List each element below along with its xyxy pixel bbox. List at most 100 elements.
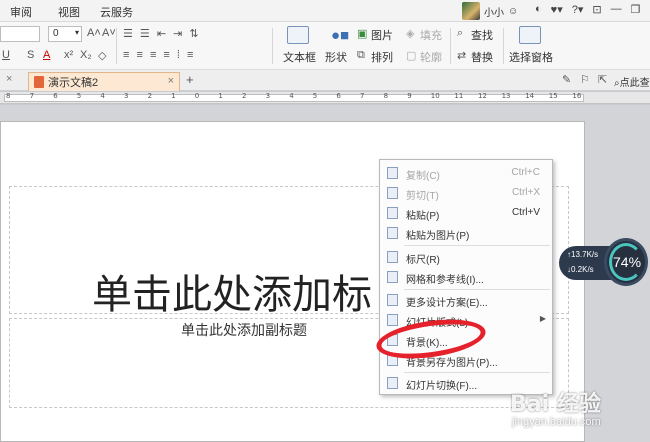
avatar[interactable] [462,2,480,20]
shape-button[interactable]: 形状 [325,49,347,65]
superscript-icon[interactable]: x² [64,49,73,61]
ruler-number: 4 [289,92,294,100]
document-tab-bar: × 演示文稿2 × + ✎ ⚐ ⇱ ⌕点此查 [0,70,650,91]
selection-pane-icon[interactable] [519,26,541,44]
collapse-icon[interactable]: ⇱ [598,73,607,86]
ruler-number: 15 [548,92,558,100]
menu-item-label: 粘贴为图片(P) [406,231,470,242]
divider [503,28,504,64]
minimize-icon[interactable]: — [611,3,622,16]
replace-icon[interactable]: ⇄ [457,49,466,62]
horizontal-ruler[interactable]: 8 7 6 5 4 3 2 1 0 1 2 3 4 5 6 7 8 9 10 11 12 13 14 15 16 [0,92,650,104]
menu-item-shortcut: Ctrl+C [511,167,540,178]
help-icon[interactable]: ?▾ [572,3,584,16]
menu-item-cut[interactable]: 剪切(T) Ctrl+X [380,183,552,203]
menu-review[interactable]: 审阅 [10,4,32,20]
ruler-number: 3 [124,92,129,100]
font-size-box[interactable]: 0 ▾ [48,26,82,42]
ruler-number: 14 [525,92,535,100]
ruler-track [4,94,584,102]
selection-pane-button[interactable]: 选择窗格 [509,49,553,65]
ruler-number: 2 [242,92,247,100]
menu-item-shortcut: Ctrl+V [511,207,540,218]
menu-item-label: 复制(C) [406,171,440,182]
menu-item-label: 剪切(T) [406,191,439,202]
picture-icon[interactable]: ▣ [357,27,367,40]
outline-icon[interactable]: ▢ [406,49,416,62]
ribbon-toolbar: 0 ▾ A˄ A˅ U S A x² X₂ ◇ ☰ ☰ ⇤ ⇥ ⇅ ≡ ≡ ≡ … [0,22,650,70]
menu-item-label: 标尺(R) [406,255,440,266]
ruler-number: 4 [100,92,105,100]
menu-item-paste-as-picture[interactable]: 粘贴为图片(P) [380,223,552,243]
paste-image-icon [387,227,398,239]
username[interactable]: 小小 [484,4,504,19]
layout-icon [387,314,398,326]
menu-view[interactable]: 视图 [58,4,80,20]
list-icons[interactable]: ☰ ☰ ⇤ ⇥ ⇅ [123,27,201,40]
find-button[interactable]: 查找 [471,27,493,43]
fullscreen-icon[interactable]: ⊡ [592,3,601,16]
paste-icon [387,207,398,219]
menu-item-grid-guides[interactable]: 网格和参考线(I)... [380,267,552,287]
ruler-number: 7 [360,92,365,100]
ruler-number: 5 [312,92,318,100]
menu-item-more-designs[interactable]: 更多设计方案(E)... [380,290,552,310]
title-placeholder[interactable]: 单击此处添加标 [92,262,372,320]
subtitle-placeholder[interactable]: 单击此处添加副标题 [181,320,307,340]
menu-cloud-service[interactable]: 云服务 [100,4,133,20]
fill-icon[interactable]: ◈ [406,27,414,40]
ruler-number: 8 [383,92,389,100]
ruler-number: 16 [572,92,582,100]
user-status-icon[interactable]: ☺ [508,6,518,17]
tab-title: 演示文稿2 [48,77,99,89]
ruler-number: 8 [6,92,11,100]
design-icon [387,294,398,306]
search-box[interactable]: ⌕点此查 [614,74,650,89]
menu-item-ruler[interactable]: 标尺(R) [380,247,552,267]
menu-separator [404,245,550,246]
divider [450,28,451,64]
memory-gauge[interactable]: 74% [604,238,648,286]
replace-button[interactable]: 替换 [471,49,493,65]
restore-icon[interactable]: ❐ [631,3,641,16]
ruler-number: 0 [194,92,200,100]
textbox-button[interactable]: 文本框 [283,49,316,65]
settings-dropdown-icon[interactable]: ♥▾ [551,3,563,16]
menu-item-paste[interactable]: 粘贴(P) Ctrl+V [380,203,552,223]
fill-button[interactable]: 填充 [420,27,442,43]
underline-icon[interactable]: U [2,49,10,61]
font-name-box[interactable] [0,26,40,42]
ruler-number: 6 [53,92,58,100]
ruler-icon [387,251,398,263]
menu-item-label: 更多设计方案(E)... [406,298,488,309]
arrange-icon[interactable]: ⧉ [357,49,365,62]
clear-format-icon[interactable]: ◇ [98,49,106,62]
subscript-icon[interactable]: X₂ [80,49,92,61]
user-area[interactable]: 小小 ☺ [462,2,518,20]
outline-button[interactable]: 轮廓 [420,49,442,65]
ruler-number: 9 [407,92,412,100]
shape-icon[interactable]: ●■ [331,27,349,44]
close-icon[interactable]: × [6,73,12,85]
shadow-icon[interactable]: S [27,49,34,61]
chevron-down-icon[interactable]: ▾ [75,28,79,37]
arrange-button[interactable]: 排列 [371,49,393,65]
lock-icon[interactable]: ⚐ [580,73,590,86]
skin-icon[interactable]: ◐ [535,3,542,16]
search-icon[interactable]: ⌕ [457,27,463,40]
tab-close-icon[interactable]: × [168,75,174,87]
add-tab-icon[interactable]: + [186,72,194,87]
shrink-font-icon[interactable]: A˅ [102,27,116,39]
grow-font-icon[interactable]: A˄ [87,27,101,39]
align-icons[interactable]: ≡ ≡ ≡ ≡ ⁞ ≡ [123,49,195,61]
pin-icon[interactable]: ✎ [562,73,571,86]
ruler-number: 10 [430,92,440,100]
picture-button[interactable]: 图片 [371,27,393,43]
menu-bar: 审阅 视图 云服务 小小 ☺ ◐ ♥▾ ?▾ ⊡ — ❐ [0,0,650,22]
menu-item-copy[interactable]: 复制(C) Ctrl+C [380,163,552,183]
font-color-icon[interactable]: A [43,49,50,61]
context-menu: 复制(C) Ctrl+C 剪切(T) Ctrl+X 粘贴(P) Ctrl+V 粘… [379,159,553,395]
tab-document[interactable]: 演示文稿2 × [28,72,180,91]
submenu-arrow-icon: ▶ [539,314,546,323]
textbox-icon[interactable] [287,26,309,44]
